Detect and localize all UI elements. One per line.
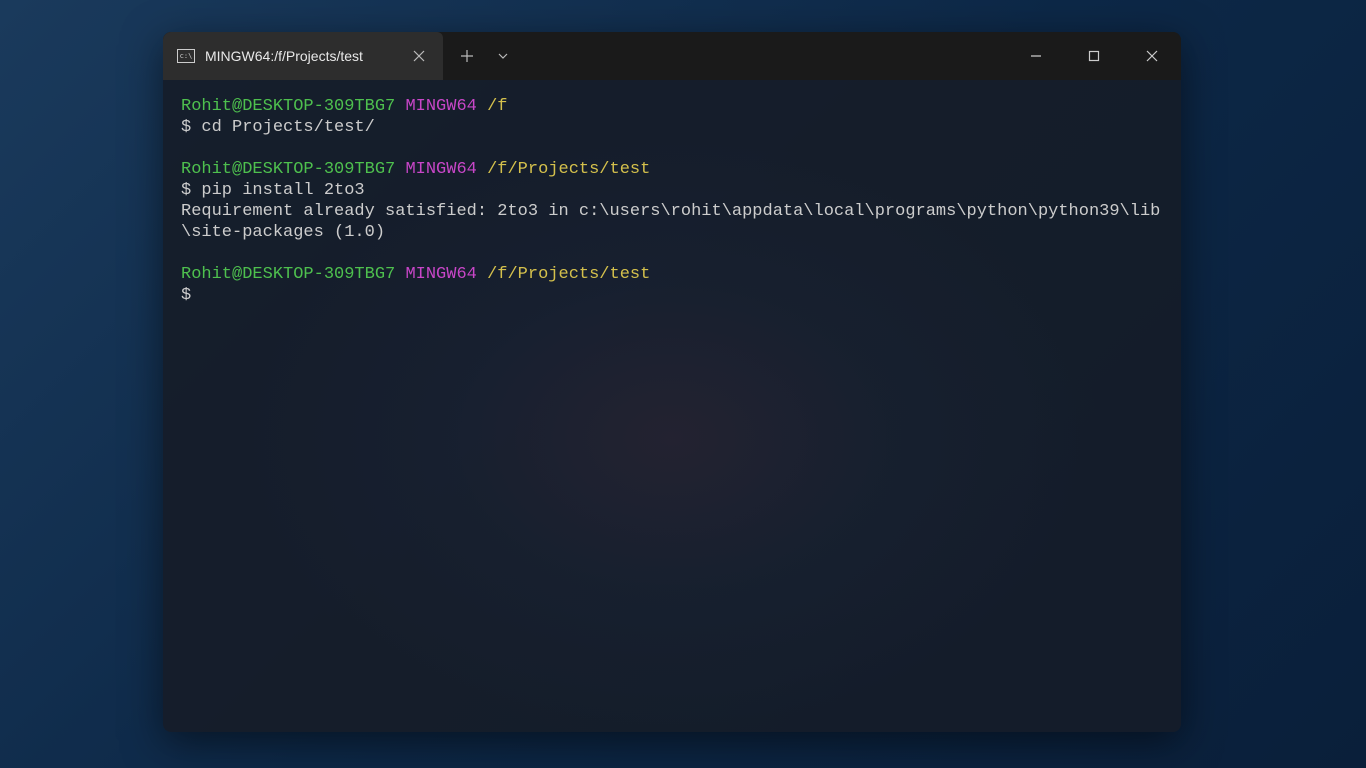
prompt-line: Rohit@DESKTOP-309TBG7 MINGW64 /f bbox=[181, 96, 1163, 117]
prompt-line: Rohit@DESKTOP-309TBG7 MINGW64 /f/Project… bbox=[181, 159, 1163, 180]
terminal-body[interactable]: Rohit@DESKTOP-309TBG7 MINGW64 /f $ cd Pr… bbox=[163, 80, 1181, 732]
command-block: Rohit@DESKTOP-309TBG7 MINGW64 /f/Project… bbox=[181, 159, 1163, 244]
output-line: Requirement already satisfied: 2to3 in c… bbox=[181, 201, 1163, 244]
prompt-symbol: $ bbox=[181, 181, 191, 200]
working-path: /f/Projects/test bbox=[487, 265, 650, 284]
command-line: $ bbox=[181, 285, 1163, 306]
tab-controls bbox=[443, 40, 527, 72]
minimize-button[interactable] bbox=[1007, 32, 1065, 80]
window-close-button[interactable] bbox=[1123, 32, 1181, 80]
prompt-symbol: $ bbox=[181, 118, 191, 137]
user-host: Rohit@DESKTOP-309TBG7 bbox=[181, 160, 395, 179]
cmd-icon bbox=[177, 49, 195, 63]
close-icon bbox=[1146, 50, 1158, 62]
tab-title: MINGW64:/f/Projects/test bbox=[205, 48, 397, 64]
close-icon bbox=[413, 50, 425, 62]
mingw-label: MINGW64 bbox=[405, 160, 476, 179]
user-host: Rohit@DESKTOP-309TBG7 bbox=[181, 265, 395, 284]
chevron-down-icon bbox=[497, 50, 509, 62]
maximize-button[interactable] bbox=[1065, 32, 1123, 80]
command-line: $ cd Projects/test/ bbox=[181, 117, 1163, 138]
maximize-icon bbox=[1088, 50, 1100, 62]
window-controls bbox=[1007, 32, 1181, 80]
mingw-label: MINGW64 bbox=[405, 97, 476, 116]
tab-dropdown-button[interactable] bbox=[487, 40, 519, 72]
prompt-symbol: $ bbox=[181, 286, 191, 305]
minimize-icon bbox=[1030, 50, 1042, 62]
plus-icon bbox=[460, 49, 474, 63]
mingw-label: MINGW64 bbox=[405, 265, 476, 284]
title-bar[interactable]: MINGW64:/f/Projects/test bbox=[163, 32, 1181, 80]
command-block: Rohit@DESKTOP-309TBG7 MINGW64 /f $ cd Pr… bbox=[181, 96, 1163, 139]
user-host: Rohit@DESKTOP-309TBG7 bbox=[181, 97, 395, 116]
command-text: pip install 2to3 bbox=[201, 181, 364, 200]
working-path: /f bbox=[487, 97, 507, 116]
terminal-window: MINGW64:/f/Projects/test bbox=[163, 32, 1181, 732]
command-line: $ pip install 2to3 bbox=[181, 180, 1163, 201]
command-block: Rohit@DESKTOP-309TBG7 MINGW64 /f/Project… bbox=[181, 264, 1163, 307]
working-path: /f/Projects/test bbox=[487, 160, 650, 179]
command-text: cd Projects/test/ bbox=[201, 118, 374, 137]
terminal-tab[interactable]: MINGW64:/f/Projects/test bbox=[163, 32, 443, 80]
tab-close-button[interactable] bbox=[407, 44, 431, 68]
prompt-line: Rohit@DESKTOP-309TBG7 MINGW64 /f/Project… bbox=[181, 264, 1163, 285]
new-tab-button[interactable] bbox=[451, 40, 483, 72]
